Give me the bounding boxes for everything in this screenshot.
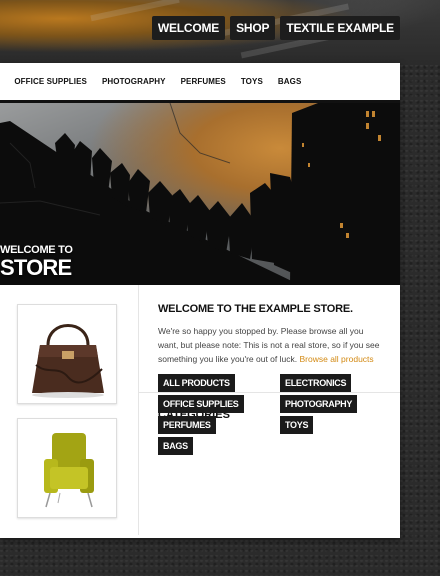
category-tag-office-supplies[interactable]: OFFICE SUPPLIES [158, 395, 244, 413]
nav-shop-link[interactable]: SHOP [230, 16, 276, 40]
nav-textile-example-link[interactable]: TEXTILE EXAMPLE [280, 16, 400, 40]
content-area: WELCOME TO THE EXAMPLE STORE. We're so h… [0, 285, 400, 535]
category-tag-electronics[interactable]: ELECTRONICS [280, 374, 352, 392]
cat-nav-bags-link[interactable]: BAGS [278, 77, 302, 86]
cat-nav-toys-link[interactable]: TOYS [241, 77, 263, 86]
welcome-title: WELCOME TO THE EXAMPLE STORE. [158, 303, 353, 315]
welcome-paragraph: We're so happy you stopped by. Please br… [158, 324, 380, 366]
category-tag-bags[interactable]: BAGS [158, 437, 193, 455]
category-navigation: CS OFFICE SUPPLIES PHOTOGRAPHY PERFUMES … [0, 63, 400, 103]
product-thumbnail-bag[interactable] [17, 304, 117, 404]
featured-products-column [0, 285, 139, 535]
cat-nav-photography-link[interactable]: PHOTOGRAPHY [102, 77, 166, 86]
cat-nav-office-supplies-link[interactable]: OFFICE SUPPLIES [14, 77, 87, 86]
browse-all-products-link[interactable]: Browse all products [299, 354, 373, 364]
category-tag-perfumes[interactable]: PERFUMES [158, 416, 216, 434]
hero-banner: WELCOME TO STORE [0, 103, 400, 285]
category-tag-toys[interactable]: TOYS [280, 416, 314, 434]
welcome-section: WELCOME TO THE EXAMPLE STORE. We're so h… [158, 303, 380, 366]
green-armchair-image [44, 433, 94, 508]
hero-store-text: STORE [0, 255, 72, 280]
nav-welcome-link[interactable]: WELCOME [151, 16, 226, 40]
main-panel: CS OFFICE SUPPLIES PHOTOGRAPHY PERFUMES … [0, 63, 400, 538]
product-thumbnail-chair[interactable] [17, 418, 117, 518]
cat-nav-perfumes-link[interactable]: PERFUMES [181, 77, 226, 86]
top-navigation: WELCOME SHOP TEXTILE EXAMPLE [151, 16, 400, 40]
category-tag-photography[interactable]: PHOTOGRAPHY [280, 395, 358, 413]
section-divider [139, 392, 400, 393]
category-tag-all-products[interactable]: ALL PRODUCTS [158, 374, 235, 392]
leather-bag-image [32, 324, 104, 398]
